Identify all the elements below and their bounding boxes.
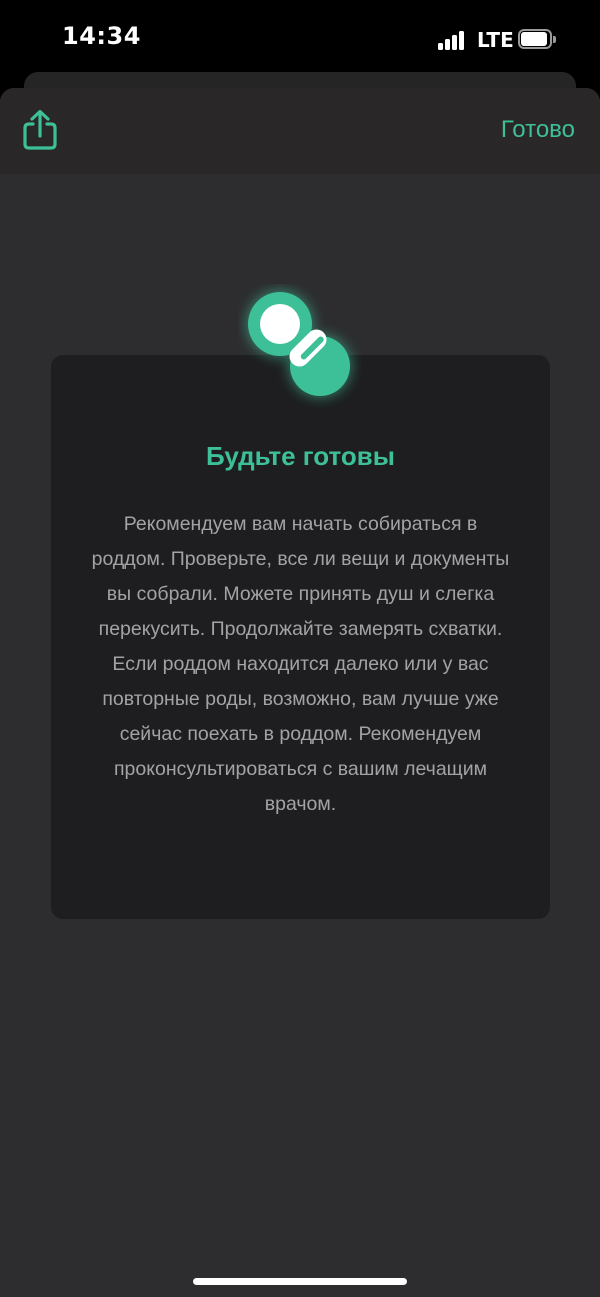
card-body-text: Рекомендуем вам начать собираться в родд… [91,513,510,815]
cellular-signal-icon [438,30,466,50]
status-time: 14:34 [62,22,141,50]
done-button[interactable]: Готово [501,116,575,144]
modal-sheet: Готово Будьте готовы Рекомендуем вам нач… [0,88,600,1297]
share-icon [23,109,57,150]
card-title: Будьте готовы [206,441,395,471]
nav-bar: Готово [0,88,600,174]
network-type-label: LTE [477,28,514,52]
share-button[interactable] [20,108,60,152]
status-bar: 14:34 LTE [0,0,600,72]
battery-icon [518,29,556,49]
home-indicator[interactable] [193,1278,407,1285]
pacifier-icon [238,284,362,408]
info-card: Будьте готовы Рекомендуем вам начать соб… [51,355,550,919]
